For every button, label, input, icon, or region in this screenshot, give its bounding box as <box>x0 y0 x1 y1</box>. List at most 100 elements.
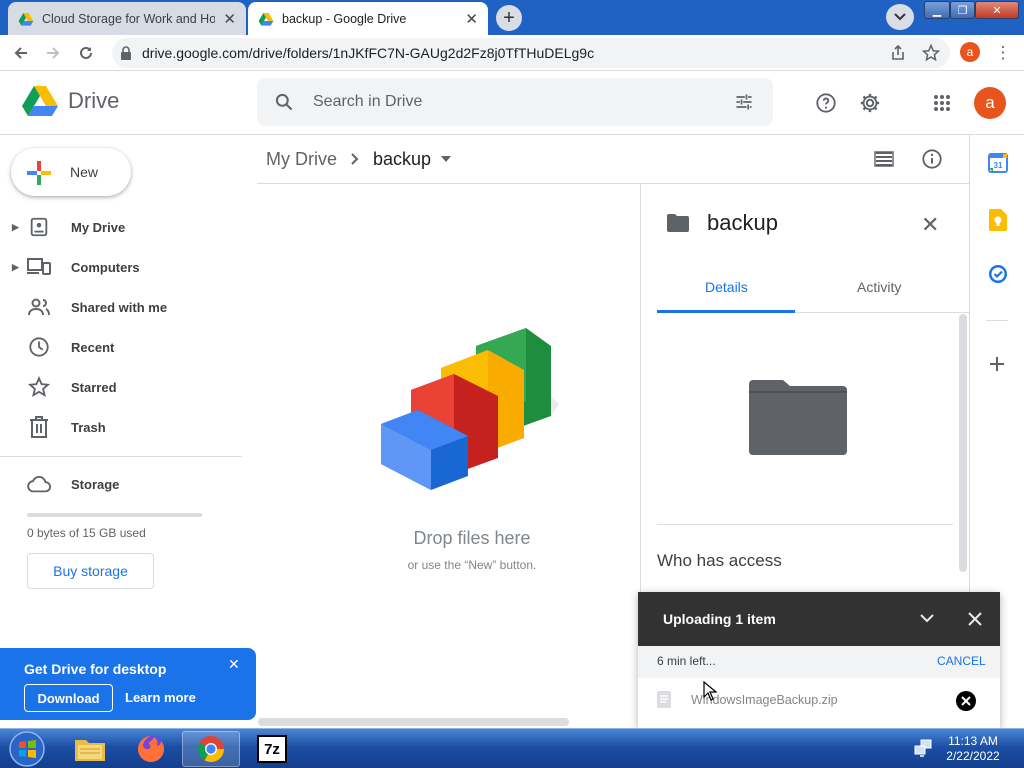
horizontal-scrollbar[interactable] <box>258 718 569 726</box>
back-arrow-icon[interactable] <box>11 43 31 63</box>
desktop-promo-banner: Get Drive for desktop ✕ Download Learn m… <box>0 648 256 720</box>
taskbar-explorer[interactable] <box>61 731 119 767</box>
firefox-icon <box>138 736 164 762</box>
rail-divider <box>986 320 1008 321</box>
windows-start-orb-icon <box>9 731 45 767</box>
taskbar-7zip[interactable]: 7z <box>243 731 301 767</box>
mouse-cursor-icon <box>703 681 717 701</box>
url-text: drive.google.com/drive/folders/1nJKfFC7N… <box>142 45 595 61</box>
search-icon[interactable] <box>274 92 294 112</box>
sidebar-item-my-drive[interactable]: ▶ My Drive <box>0 207 256 247</box>
help-icon[interactable] <box>814 91 838 115</box>
cancel-file-icon[interactable] <box>956 691 976 711</box>
close-icon[interactable]: ✕ <box>921 212 939 238</box>
tab-title: Cloud Storage for Work and Home - Google… <box>42 11 216 26</box>
window-minimize-button[interactable]: ▁ <box>924 1 950 19</box>
my-drive-icon <box>27 215 51 239</box>
cancel-upload-button[interactable]: CANCEL <box>937 654 986 668</box>
sidebar-item-label: Recent <box>71 339 115 355</box>
calendar-icon[interactable]: 31 <box>988 153 1008 173</box>
account-avatar[interactable]: a <box>974 87 1006 119</box>
folder-icon <box>667 214 689 232</box>
7zip-icon: 7z <box>257 735 287 763</box>
dropdown-arrow-icon[interactable] <box>441 156 452 162</box>
tab-details[interactable]: Details <box>705 279 748 295</box>
storage-usage-text: 0 bytes of 15 GB used <box>27 526 146 540</box>
svg-text:31: 31 <box>994 161 1003 170</box>
sidebar-item-label: Storage <box>71 476 120 492</box>
settings-gear-icon[interactable] <box>858 91 882 115</box>
drive-favicon-icon <box>258 12 274 26</box>
drive-logo-icon <box>22 86 58 116</box>
upload-header: Uploading 1 item <box>638 592 1000 646</box>
who-has-access-heading: Who has access <box>657 551 782 570</box>
profile-avatar[interactable]: a <box>960 42 980 62</box>
clock-date: 2/22/2022 <box>946 749 1000 763</box>
chevron-down-icon[interactable] <box>920 614 934 623</box>
upload-eta: 6 min left... <box>657 654 716 668</box>
breadcrumb-current-folder[interactable]: backup <box>373 149 431 170</box>
tasks-icon[interactable] <box>988 264 1008 284</box>
upload-status-bar: 6 min left... CANCEL <box>638 646 1000 678</box>
star-icon <box>27 375 51 399</box>
search-bar[interactable]: Search in Drive <box>257 78 773 126</box>
download-button[interactable]: Download <box>24 684 113 712</box>
drive-favicon-icon <box>18 12 34 26</box>
apps-grid-icon[interactable] <box>930 91 954 115</box>
browser-tab-active[interactable]: backup - Google Drive ✕ <box>248 2 488 35</box>
clock-icon <box>27 335 51 359</box>
expand-caret-icon[interactable]: ▶ <box>12 262 19 273</box>
plus-icon <box>27 161 51 185</box>
share-icon[interactable] <box>890 45 906 61</box>
browser-menu-icon[interactable]: ⋮ <box>993 43 1013 63</box>
clock-time: 11:13 AM <box>948 734 998 748</box>
close-tab-icon[interactable]: ✕ <box>465 10 478 28</box>
tab-activity[interactable]: Activity <box>857 279 901 295</box>
taskbar-chrome[interactable] <box>182 731 240 767</box>
upload-progress-dialog: Uploading 1 item 6 min left... CANCEL Wi… <box>638 592 1000 728</box>
window-close-button[interactable]: ✕ <box>975 1 1019 19</box>
close-tab-icon[interactable]: ✕ <box>223 10 236 28</box>
new-tab-button[interactable]: + <box>496 5 522 31</box>
reload-icon[interactable] <box>76 43 96 63</box>
address-bar[interactable]: drive.google.com/drive/folders/1nJKfFC7N… <box>112 38 950 68</box>
drop-files-title: Drop files here <box>413 528 531 548</box>
sidebar-item-starred[interactable]: Starred <box>0 367 256 407</box>
vertical-scrollbar[interactable] <box>959 314 967 572</box>
taskbar-firefox[interactable] <box>122 731 180 767</box>
browser-tab[interactable]: Cloud Storage for Work and Home - Google… <box>8 2 246 35</box>
start-button[interactable] <box>0 731 54 767</box>
drive-logo[interactable]: Drive <box>22 85 119 117</box>
system-clock[interactable]: 11:13 AM 2/22/2022 <box>938 734 1008 764</box>
close-icon[interactable] <box>968 612 982 626</box>
add-addon-plus-icon[interactable] <box>990 357 1004 371</box>
large-folder-icon <box>749 380 847 455</box>
learn-more-link[interactable]: Learn more <box>125 690 196 705</box>
sidebar-item-shared-with-me[interactable]: Shared with me <box>0 287 256 327</box>
window-maximize-button[interactable]: ❐ <box>950 1 975 19</box>
tab-search-button[interactable] <box>886 4 914 30</box>
app-name: Drive <box>68 88 120 113</box>
buy-storage-button[interactable]: Buy storage <box>27 553 154 589</box>
expand-caret-icon[interactable]: ▶ <box>12 222 19 233</box>
cloud-icon <box>27 472 51 496</box>
close-icon[interactable]: ✕ <box>228 656 240 673</box>
sidebar-item-recent[interactable]: Recent <box>0 327 256 367</box>
sidebar-item-computers[interactable]: ▶ Computers <box>0 247 256 287</box>
info-icon[interactable] <box>920 147 944 171</box>
sidebar-item-label: Trash <box>71 419 106 435</box>
bookmark-star-icon[interactable] <box>922 44 940 62</box>
forward-arrow-icon[interactable] <box>43 43 63 63</box>
windows-taskbar: 7z 11:13 AM 2/22/2022 <box>0 728 1024 768</box>
sidebar-item-label: Shared with me <box>71 299 168 315</box>
keep-icon[interactable] <box>989 209 1007 231</box>
network-icon[interactable] <box>914 739 932 757</box>
sidebar-divider <box>0 456 242 457</box>
chevron-right-icon <box>351 153 359 165</box>
breadcrumb-my-drive[interactable]: My Drive <box>266 149 337 170</box>
sidebar-item-trash[interactable]: Trash <box>0 407 256 447</box>
new-button[interactable]: New <box>11 148 131 196</box>
search-options-icon[interactable] <box>734 92 754 112</box>
sidebar-item-storage[interactable]: Storage <box>0 464 256 504</box>
list-view-icon[interactable] <box>872 147 896 171</box>
